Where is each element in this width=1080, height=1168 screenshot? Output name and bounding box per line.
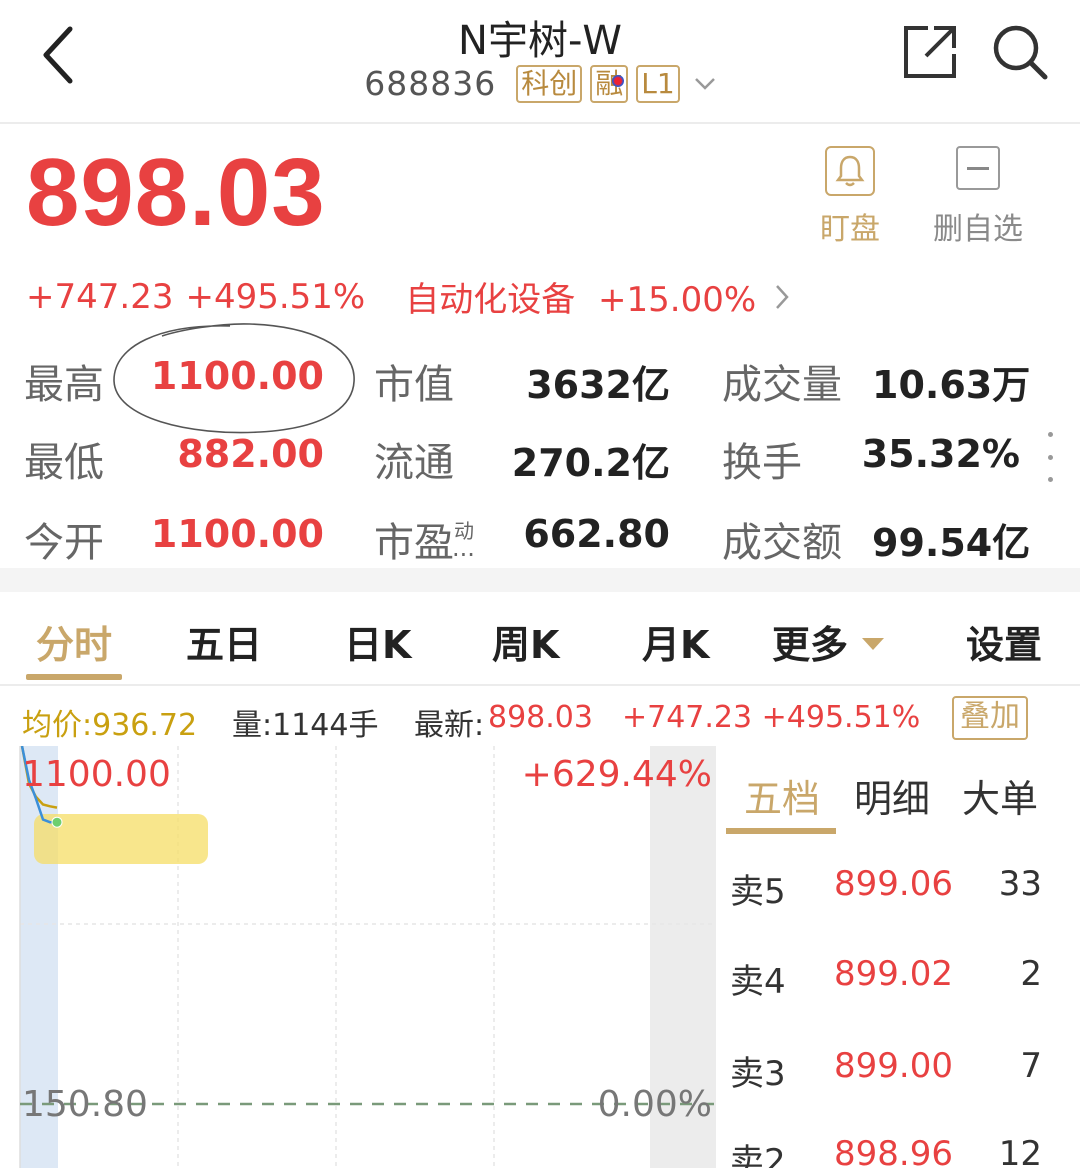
caret-down-icon (862, 637, 885, 650)
chart-period-tabs: 分时 五日 日K 周K 月K 更多 设置 (0, 592, 1080, 686)
share-icon (904, 26, 956, 78)
tag-star-market: 科创 (516, 64, 583, 103)
avg-price: 均价:936.72 (22, 708, 198, 743)
tick-volume: 量:1144手 (232, 708, 379, 743)
watch-alert-button[interactable]: 盯盘 (812, 146, 888, 248)
search-icon (993, 25, 1048, 80)
ask-level: 卖2 (730, 1142, 786, 1168)
stats-row-2: 最低 882.00 流通 270.2亿 换手 35.32% (0, 422, 1080, 492)
top-nav-bar: N宇树-W 688836 科创 融 L1 (0, 0, 1080, 124)
search-button[interactable] (990, 22, 1050, 82)
remove-watchlist-label: 删自选 (933, 212, 1023, 247)
ask-level: 卖5 (730, 872, 786, 912)
minus-icon (956, 146, 1000, 190)
remove-watchlist-button[interactable]: 删自选 (926, 146, 1030, 248)
last-price-dot (51, 816, 63, 828)
order-book-row: 卖2 898.96 12 (726, 1126, 1080, 1168)
ask-level: 卖4 (730, 962, 786, 1002)
ask-volume: 2 (1020, 954, 1042, 994)
tab-large-orders[interactable]: 大单 (962, 768, 1038, 823)
float-label: 流通 (374, 440, 454, 486)
chevron-right-icon[interactable] (774, 283, 790, 311)
volume-label: 成交量 (722, 362, 842, 408)
overlay-button[interactable]: 叠加 (952, 696, 1028, 740)
last-price: 898.03 (26, 139, 326, 246)
share-button[interactable] (900, 22, 960, 82)
price-change-pct: +495.51% (185, 276, 366, 317)
tab-settings[interactable]: 设置 (966, 614, 1042, 669)
change-row: +747.23 +495.51% 自动化设备 +15.00% (26, 272, 790, 321)
ask-price: 898.96 (834, 1134, 953, 1168)
bell-icon (825, 146, 875, 196)
order-book-row: 卖5 899.06 33 (726, 856, 1080, 916)
pe-dynamic-mark: 动 (454, 519, 474, 543)
ask-price: 899.00 (834, 1046, 953, 1086)
sector-name: 自动化设备 (405, 280, 576, 320)
low-value: 882.00 (177, 432, 324, 476)
high-value: 1100.00 (150, 354, 324, 398)
stats-row-3: 今开 1100.00 市盈动... 662.80 成交额 99.54亿 (0, 502, 1080, 572)
watch-alert-label: 盯盘 (820, 212, 880, 247)
section-divider (0, 568, 1080, 592)
chevron-down-icon (694, 77, 715, 90)
turnover-label: 换手 (722, 440, 802, 486)
latest-label: 最新: (414, 708, 485, 743)
high-label: 最高 (24, 362, 104, 408)
tag-margin: 融 (590, 64, 629, 103)
tab-weekly-k[interactable]: 周K (492, 614, 559, 669)
mktcap-value: 3632亿 (526, 363, 670, 407)
ask-volume: 7 (1020, 1046, 1042, 1086)
volume-value: 10.63万 (872, 363, 1031, 407)
amount-value: 99.54亿 (872, 521, 1031, 565)
chart-info-line: 均价:936.72 量:1144手 最新: 898.03 +747.23 +49… (0, 690, 1080, 746)
order-book-row: 卖4 899.02 2 (726, 946, 1080, 1006)
order-book-row: 卖3 899.00 7 (726, 1038, 1080, 1098)
amount-label: 成交额 (722, 520, 842, 566)
latest-change: +747.23 +495.51% (622, 700, 921, 735)
more-vertical-icon[interactable] (1040, 432, 1060, 482)
sector-link[interactable]: 自动化设备 +15.00% (405, 272, 756, 321)
latest-value: 898.03 (488, 700, 593, 735)
tab-daily-k[interactable]: 日K (344, 614, 411, 669)
intraday-chart[interactable]: 1100.00 +629.44% 150.80 0.00% (0, 746, 720, 1168)
tab-ticks[interactable]: 明细 (854, 768, 930, 823)
open-label: 今开 (24, 520, 104, 566)
tab-five-levels[interactable]: 五档 (744, 768, 820, 823)
stats-row-1: 最高 1100.00 市值 3632亿 成交量 10.63万 (0, 344, 1080, 414)
ask-price: 899.02 (834, 954, 953, 994)
stock-code: 688836 (364, 64, 497, 103)
order-book-tabs: 五档 明细 大单 (726, 762, 1080, 836)
ask-price: 899.06 (834, 864, 953, 904)
pe-label: 市盈动... (374, 519, 475, 566)
price-change: +747.23 (26, 276, 174, 317)
float-value: 270.2亿 (511, 441, 670, 485)
active-tab-indicator (26, 674, 122, 680)
tab-intraday[interactable]: 分时 (36, 614, 112, 669)
sector-change: +15.00% (598, 280, 757, 320)
turnover-value: 35.32% (861, 432, 1020, 476)
ask-volume: 33 (998, 864, 1042, 904)
pe-value: 662.80 (523, 512, 670, 556)
ask-level: 卖3 (730, 1054, 786, 1094)
axis-base-pct: 0.00% (597, 1084, 712, 1125)
open-value: 1100.00 (150, 512, 324, 556)
tab-five-day[interactable]: 五日 (186, 614, 262, 669)
tag-level1: L1 (636, 64, 680, 103)
mktcap-label: 市值 (374, 362, 454, 408)
tab-more[interactable]: 更多 (772, 614, 885, 669)
tab-monthly-k[interactable]: 月K (642, 614, 709, 669)
axis-top-pct: +629.44% (521, 754, 712, 795)
low-label: 最低 (24, 440, 104, 486)
ask-volume: 12 (998, 1134, 1042, 1168)
axis-base-price: 150.80 (22, 1084, 148, 1125)
axis-top-price: 1100.00 (22, 754, 171, 795)
book-tab-indicator (726, 828, 836, 834)
